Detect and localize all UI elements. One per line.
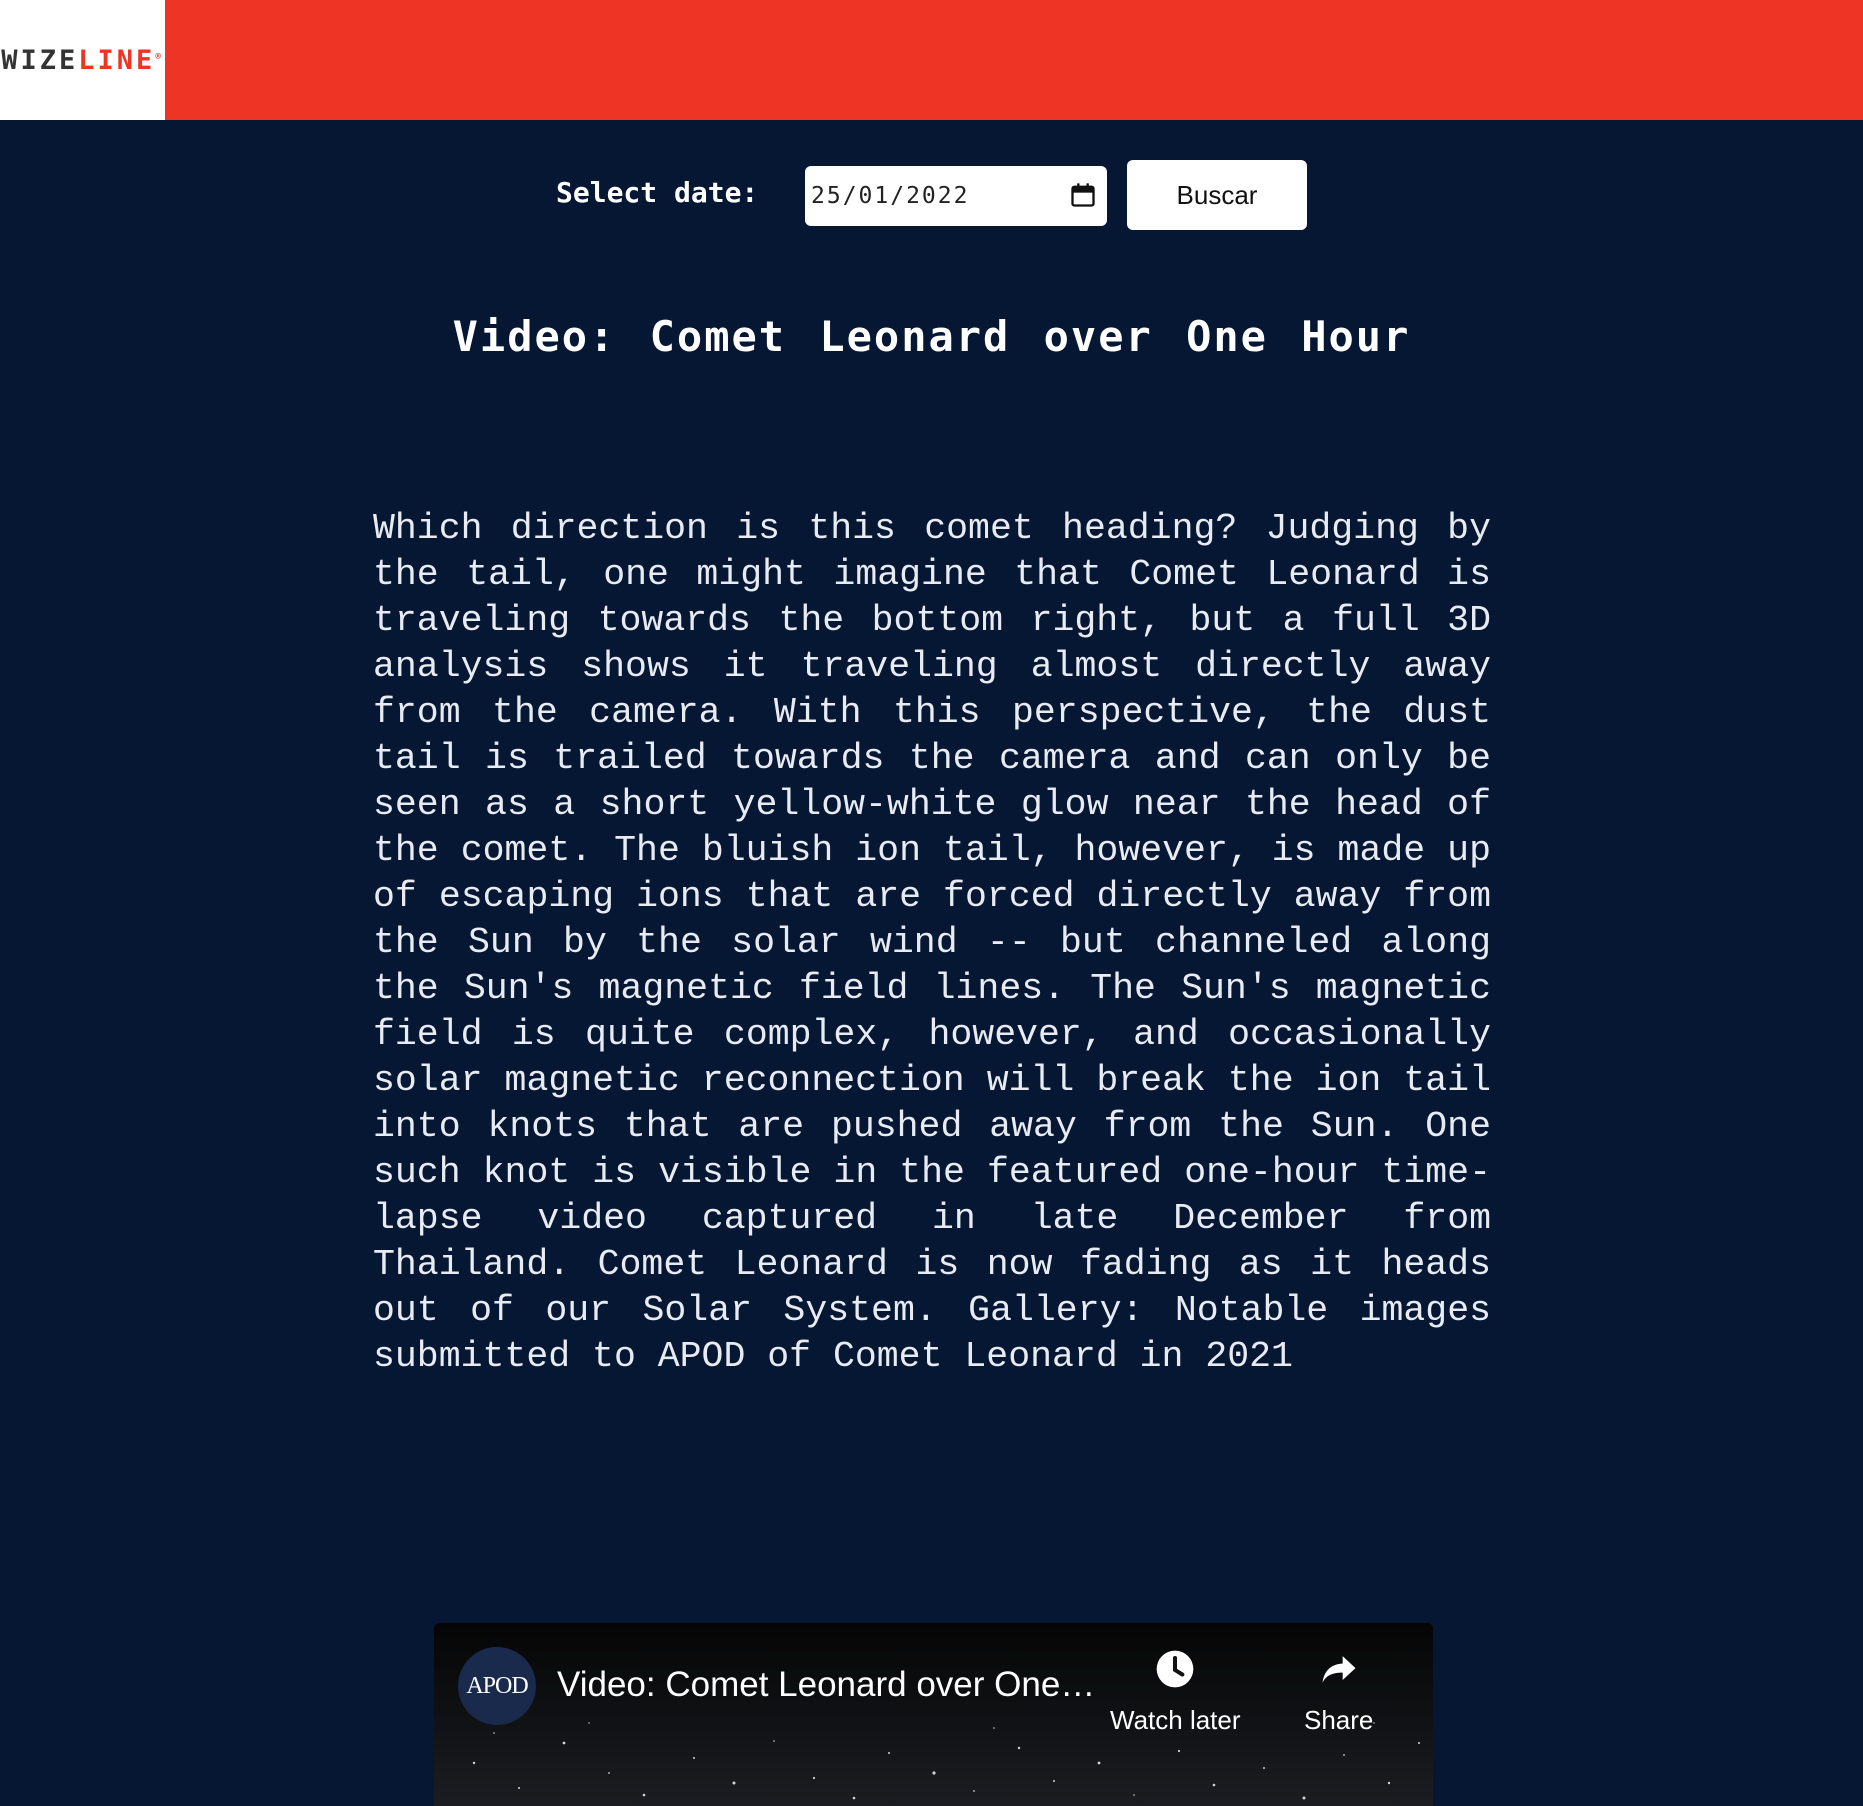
logo-text: WIZELINE® [1,45,163,76]
date-search-form: Select date: 25/01/2022 Buscar [0,160,1863,230]
search-button[interactable]: Buscar [1127,160,1307,230]
date-input[interactable]: 25/01/2022 [805,166,1107,226]
video-title[interactable]: Video: Comet Leonard over One… [557,1665,1095,1705]
logo-main: WIZE [1,44,79,76]
watch-later-button[interactable]: Watch later [1110,1647,1241,1736]
logo-accent: LINE [78,44,156,76]
apod-explanation: Which direction is this comet heading? J… [373,508,1491,1377]
date-value: 25/01/2022 [811,183,970,209]
calendar-icon[interactable] [1069,180,1097,210]
logo-registered-mark: ® [155,51,164,62]
share-label: Share [1304,1705,1374,1735]
share-button[interactable]: Share [1304,1647,1373,1736]
youtube-video-embed[interactable]: APOD Video: Comet Leonard over One… Watc… [434,1623,1433,1806]
clock-icon [1156,1650,1194,1688]
top-header: WIZELINE® [0,0,1863,120]
watch-later-label: Watch later [1110,1705,1241,1735]
channel-avatar[interactable]: APOD [458,1647,536,1725]
wizeline-logo[interactable]: WIZELINE® [0,0,165,120]
share-arrow-icon [1322,1656,1356,1683]
page-title: Video: Comet Leonard over One Hour [452,312,1411,361]
channel-logo-text: APOD [466,1672,528,1699]
date-label: Select date: [556,176,759,209]
starfield-thumbnail [434,1623,1433,1806]
